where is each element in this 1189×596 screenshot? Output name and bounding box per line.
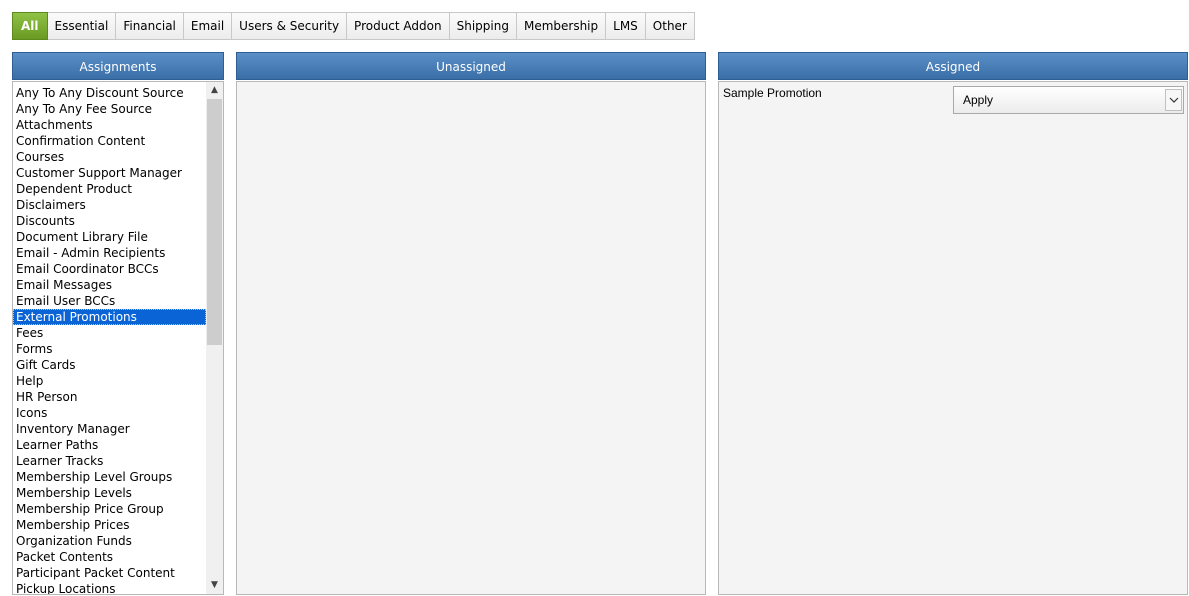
list-item[interactable]: Membership Level Groups <box>13 469 206 485</box>
list-item[interactable]: Email - Admin Recipients <box>13 245 206 261</box>
tab-membership[interactable]: Membership <box>516 12 607 40</box>
list-item[interactable]: Fees <box>13 325 206 341</box>
list-item[interactable]: Any To Any Fee Source <box>13 101 206 117</box>
tab-essential[interactable]: Essential <box>47 12 117 40</box>
list-item[interactable]: Membership Levels <box>13 485 206 501</box>
list-item[interactable]: Confirmation Content <box>13 133 206 149</box>
list-item[interactable]: Inventory Manager <box>13 421 206 437</box>
list-item[interactable]: Packet Contents <box>13 549 206 565</box>
list-item[interactable]: Participant Packet Content <box>13 565 206 581</box>
list-item[interactable]: External Promotions <box>13 309 206 325</box>
tab-shipping[interactable]: Shipping <box>449 12 517 40</box>
list-item[interactable]: Learner Tracks <box>13 453 206 469</box>
select-value: Apply <box>963 93 994 107</box>
assignment-mode-select[interactable]: Apply <box>953 86 1184 114</box>
list-item[interactable]: Disclaimers <box>13 197 206 213</box>
list-item[interactable]: Email Coordinator BCCs <box>13 261 206 277</box>
assigned-row: Sample Promotion Apply <box>723 86 1184 114</box>
scroll-down-icon[interactable]: ▼ <box>206 577 223 594</box>
scroll-up-icon[interactable]: ▲ <box>206 82 223 99</box>
assigned-body: Sample Promotion Apply <box>718 81 1188 595</box>
list-item[interactable]: Email User BCCs <box>13 293 206 309</box>
list-item[interactable]: Organization Funds <box>13 533 206 549</box>
list-item[interactable]: Membership Price Group <box>13 501 206 517</box>
list-item[interactable]: Attachments <box>13 117 206 133</box>
tab-product-addon[interactable]: Product Addon <box>347 12 450 40</box>
list-item[interactable]: Any To Any Discount Source <box>13 85 206 101</box>
list-item[interactable]: Help <box>13 373 206 389</box>
unassigned-header: Unassigned <box>236 52 706 80</box>
list-item[interactable]: Customer Support Manager <box>13 165 206 181</box>
list-item[interactable]: Courses <box>13 149 206 165</box>
assignments-panel: Assignments Any To Any Discount Source An… <box>12 52 224 595</box>
unassigned-panel: Unassigned <box>236 52 706 595</box>
list-item[interactable]: Document Library File <box>13 229 206 245</box>
list-item[interactable]: Dependent Product <box>13 181 206 197</box>
assignments-listbox[interactable]: Any To Any Discount Source Any To Any Fee… <box>13 82 223 594</box>
list-item[interactable]: Membership Prices <box>13 517 206 533</box>
list-item[interactable]: Icons <box>13 405 206 421</box>
list-item[interactable]: Forms <box>13 341 206 357</box>
tab-all[interactable]: All <box>12 12 48 40</box>
list-item[interactable]: Discounts <box>13 213 206 229</box>
chevron-down-icon[interactable] <box>1165 89 1182 111</box>
category-tabs: All Essential Financial Email Users & Securi… <box>12 12 695 40</box>
unassigned-body <box>236 81 706 595</box>
list-item[interactable]: Email Messages <box>13 277 206 293</box>
assignments-scrollbar[interactable]: ▲ ▼ <box>206 82 223 594</box>
assigned-panel: Assigned Sample Promotion Apply <box>718 52 1188 595</box>
scroll-thumb[interactable] <box>207 99 222 345</box>
assignments-header: Assignments <box>12 52 224 80</box>
assigned-header: Assigned <box>718 52 1188 80</box>
list-item[interactable]: Gift Cards <box>13 357 206 373</box>
list-item[interactable]: Pickup Locations <box>13 581 206 594</box>
tab-lms[interactable]: LMS <box>606 12 646 40</box>
tab-email[interactable]: Email <box>183 12 233 40</box>
tab-other[interactable]: Other <box>645 12 695 40</box>
list-item[interactable]: HR Person <box>13 389 206 405</box>
tab-users-security[interactable]: Users & Security <box>232 12 348 40</box>
list-item[interactable]: Learner Paths <box>13 437 206 453</box>
assigned-item-label: Sample Promotion <box>723 86 822 100</box>
tab-financial[interactable]: Financial <box>116 12 184 40</box>
